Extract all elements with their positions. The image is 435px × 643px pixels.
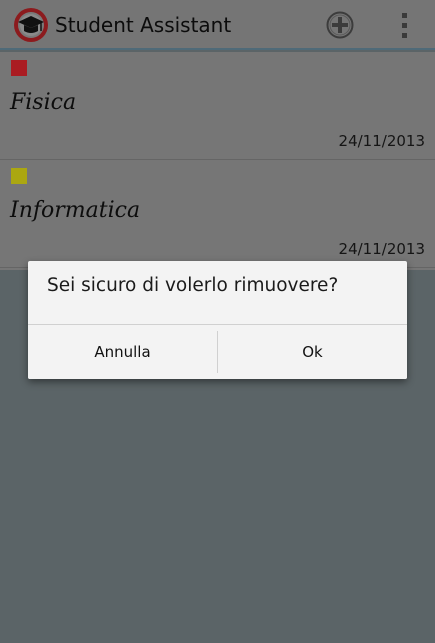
action-bar: Student Assistant	[0, 0, 435, 50]
subject-name: Fisica	[10, 90, 77, 115]
subject-list: Fisica 24/11/2013 Informatica 24/11/2013	[0, 52, 435, 270]
subject-name: Informatica	[10, 198, 141, 223]
subject-color-swatch	[11, 168, 27, 184]
dialog-message: Sei sicuro di volerlo rimuovere?	[47, 275, 339, 296]
subject-color-swatch	[11, 60, 27, 76]
subject-date: 24/11/2013	[338, 132, 425, 150]
menu-dot	[402, 33, 407, 38]
subject-date: 24/11/2013	[338, 240, 425, 258]
add-icon[interactable]	[325, 10, 355, 40]
cancel-button[interactable]: Annulla	[28, 325, 217, 379]
menu-dot	[402, 23, 407, 28]
ok-button[interactable]: Ok	[218, 325, 407, 379]
screen: Student Assistant Fisica 24/11/2013 Info…	[0, 0, 435, 643]
app-title: Student Assistant	[55, 13, 232, 37]
menu-dot	[402, 13, 407, 18]
subject-item-informatica[interactable]: Informatica 24/11/2013	[0, 160, 435, 268]
confirm-dialog: Sei sicuro di volerlo rimuovere? Annulla…	[28, 261, 407, 379]
graduation-cap-icon[interactable]	[13, 7, 49, 43]
subject-item-fisica[interactable]: Fisica 24/11/2013	[0, 52, 435, 160]
overflow-menu-icon[interactable]	[392, 8, 416, 42]
